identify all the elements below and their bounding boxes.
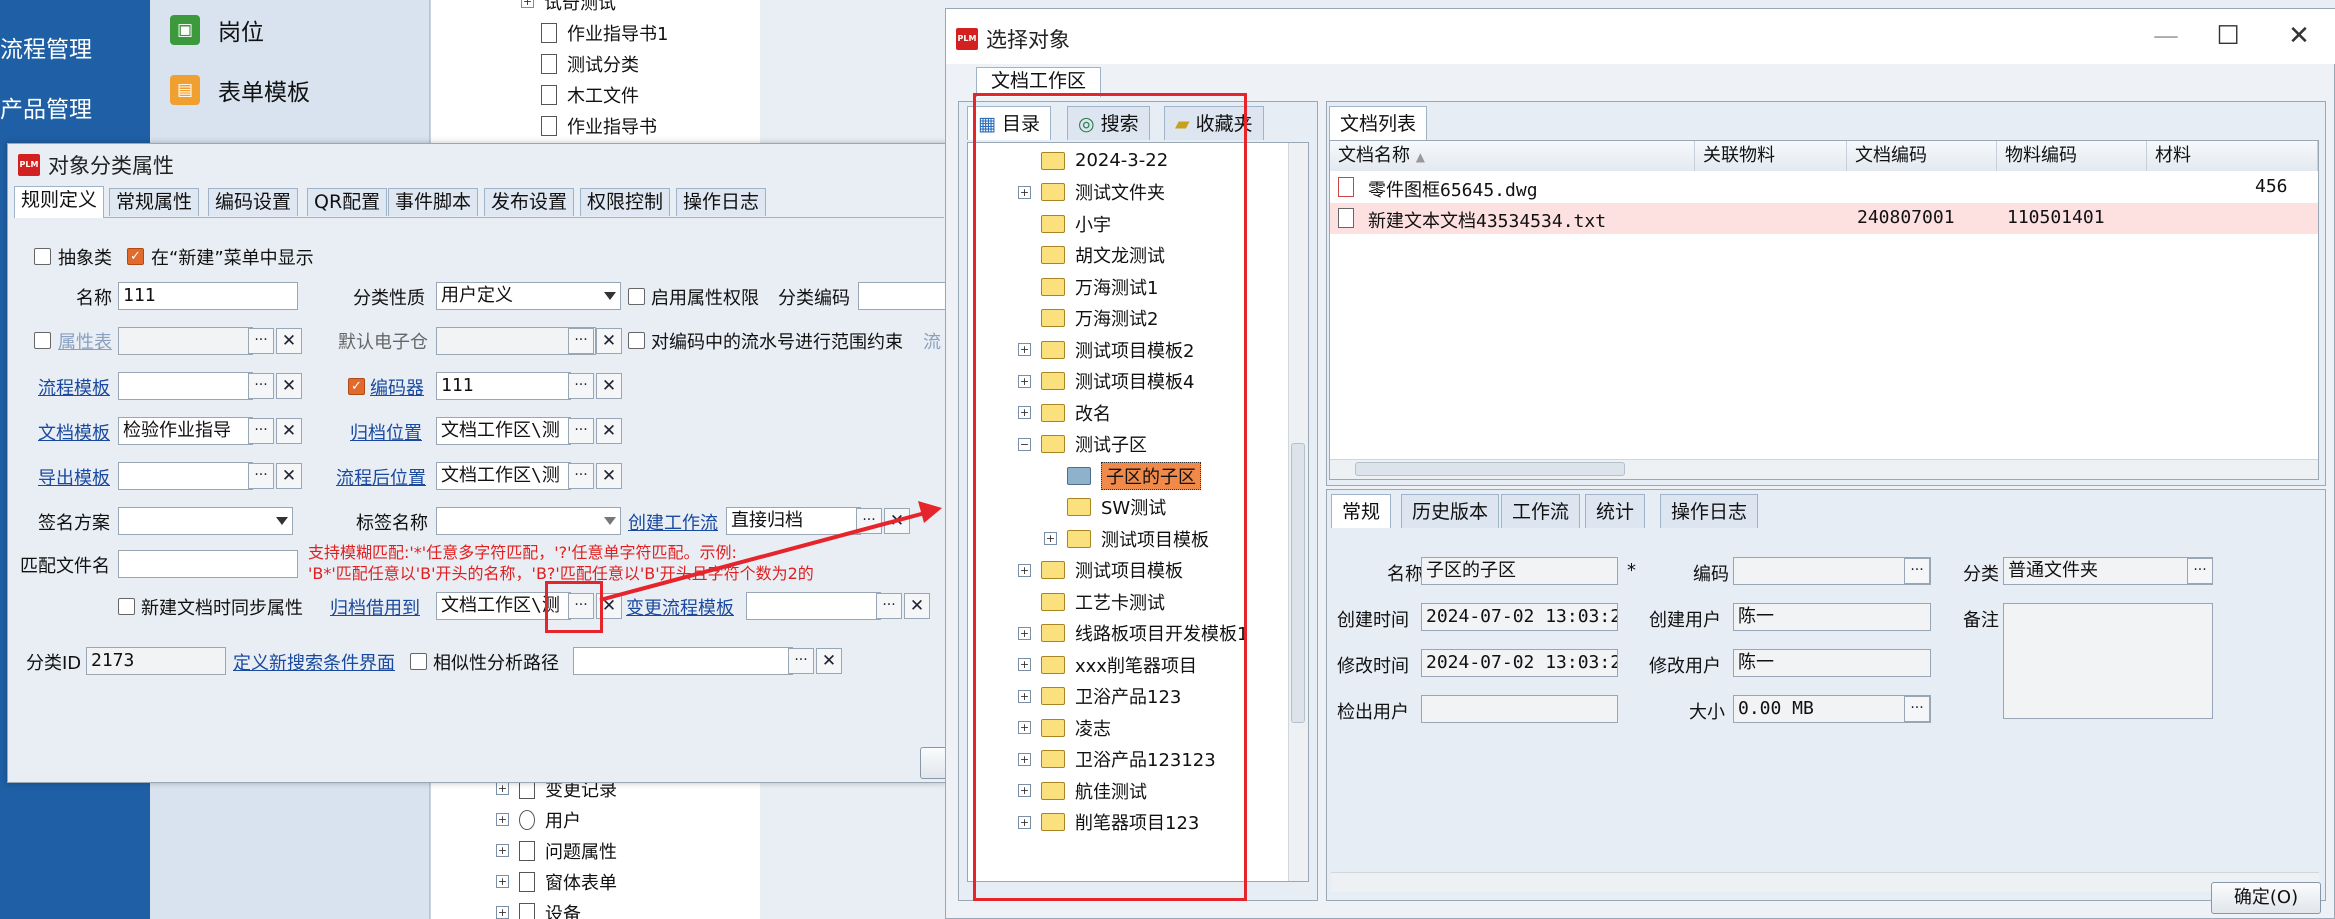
detail-mtime-label: 修改时间 xyxy=(1337,656,1409,677)
plm-logo-icon: PLM xyxy=(956,28,978,50)
close-icon[interactable]: ✕ xyxy=(2279,21,2319,51)
cell-material-code: 110501401 xyxy=(2007,207,2105,228)
cell-material: 456 xyxy=(2255,176,2288,197)
header-label: 文档名称 xyxy=(1338,145,1410,166)
cell-doc-name: 新建文本文档43534534.txt xyxy=(1368,211,1607,232)
detail-code-label: 编码 xyxy=(1693,564,1729,585)
detail-note-label: 备注 xyxy=(1963,610,1999,631)
table-row[interactable]: 零件图框65645.dwg 456 xyxy=(1330,172,2318,203)
detail-checkout-label: 检出用户 xyxy=(1337,702,1409,723)
detail-class-browse-button[interactable]: ··· xyxy=(2187,558,2213,584)
tab-general[interactable]: 常规 xyxy=(1331,494,1392,528)
detail-name-label: 名称 xyxy=(1387,564,1423,585)
detail-code-input[interactable] xyxy=(1733,557,1931,585)
detail-size-input: 0.00 MB xyxy=(1733,695,1931,723)
dialog2-title: 选择对象 xyxy=(986,28,1070,52)
tree-vertical-scrollbar[interactable] xyxy=(1288,143,1308,881)
detail-class-input[interactable]: 普通文件夹 xyxy=(2003,557,2213,585)
detail-code-browse-button[interactable]: ··· xyxy=(1904,558,1930,584)
minimize-icon[interactable]: — xyxy=(2146,21,2186,51)
tab-history[interactable]: 历史版本 xyxy=(1401,494,1500,528)
ok-button[interactable]: 确定(O) xyxy=(2211,882,2321,914)
detail-size-label: 大小 xyxy=(1689,702,1725,723)
dwg-file-icon xyxy=(1338,177,1354,197)
detail-name-input[interactable]: 子区的子区 xyxy=(1421,557,1618,585)
column-header-doc-code[interactable]: 文档编码 xyxy=(1847,141,1997,171)
detail-cuser-label: 创建用户 xyxy=(1649,610,1721,631)
table-row-selected[interactable]: 新建文本文档43534534.txt 240807001 110501401 xyxy=(1330,203,2318,234)
scroll-thumb[interactable] xyxy=(1355,462,1625,476)
detail-ctime-input: 2024-07-02 13:03:25 xyxy=(1421,603,1618,631)
column-header-material-code[interactable]: 物料编码 xyxy=(1997,141,2147,171)
annotation-highlight-box xyxy=(973,93,1247,901)
sort-ascending-icon: ▲ xyxy=(1415,150,1425,164)
detail-muser-input: 陈一 xyxy=(1733,649,1931,677)
detail-ctime-label: 创建时间 xyxy=(1337,610,1409,631)
tab-op-log[interactable]: 操作日志 xyxy=(1660,494,1759,528)
column-header-material[interactable]: 材料 xyxy=(2147,141,2318,171)
document-list-panel: 文档列表 文档名称 ▲ 关联物料 文档编码 物料编码 材料 零件图框65645.… xyxy=(1326,101,2326,486)
detail-size-browse-button[interactable]: ··· xyxy=(1904,696,1930,722)
detail-note-textarea[interactable] xyxy=(2003,603,2213,719)
select-object-dialog: PLM 选择对象 — ☐ ✕ 文档工作区 ▦ 目录 ◎ 搜索 ▰ 收藏夹 2024-3… xyxy=(945,8,2335,919)
table-horizontal-scrollbar[interactable] xyxy=(1330,459,2318,479)
detail-cuser-input: 陈一 xyxy=(1733,603,1931,631)
detail-class-label: 分类 xyxy=(1963,564,1999,585)
detail-checkout-input xyxy=(1421,695,1618,723)
dialog2-title-bar: PLM 选择对象 — ☐ ✕ xyxy=(946,9,2335,64)
cell-doc-name: 零件图框65645.dwg xyxy=(1368,180,1538,201)
document-table: 文档名称 ▲ 关联物料 文档编码 物料编码 材料 零件图框65645.dwg 4… xyxy=(1329,140,2319,480)
txt-file-icon xyxy=(1338,208,1354,228)
detail-horizontal-scrollbar[interactable] xyxy=(1331,872,2319,892)
column-header-related-material[interactable]: 关联物料 xyxy=(1695,141,1847,171)
detail-muser-label: 修改用户 xyxy=(1649,656,1721,677)
table-header: 文档名称 ▲ 关联物料 文档编码 物料编码 材料 xyxy=(1330,141,2318,171)
maximize-icon[interactable]: ☐ xyxy=(2208,21,2248,51)
cell-doc-code: 240807001 xyxy=(1857,207,1955,228)
detail-mtime-input: 2024-07-02 13:03:25 xyxy=(1421,649,1618,677)
scroll-thumb[interactable] xyxy=(1291,443,1305,723)
tab-statistics[interactable]: 统计 xyxy=(1585,494,1646,528)
detail-panel: 常规 历史版本 工作流 统计 操作日志 名称 子区的子区 * 编码 ··· 分类… xyxy=(1326,489,2326,901)
column-header-doc-name[interactable]: 文档名称 ▲ xyxy=(1330,141,1695,171)
tab-workflow[interactable]: 工作流 xyxy=(1501,494,1581,528)
required-mark: * xyxy=(1627,560,1636,581)
tab-doc-list[interactable]: 文档列表 xyxy=(1329,106,1428,140)
